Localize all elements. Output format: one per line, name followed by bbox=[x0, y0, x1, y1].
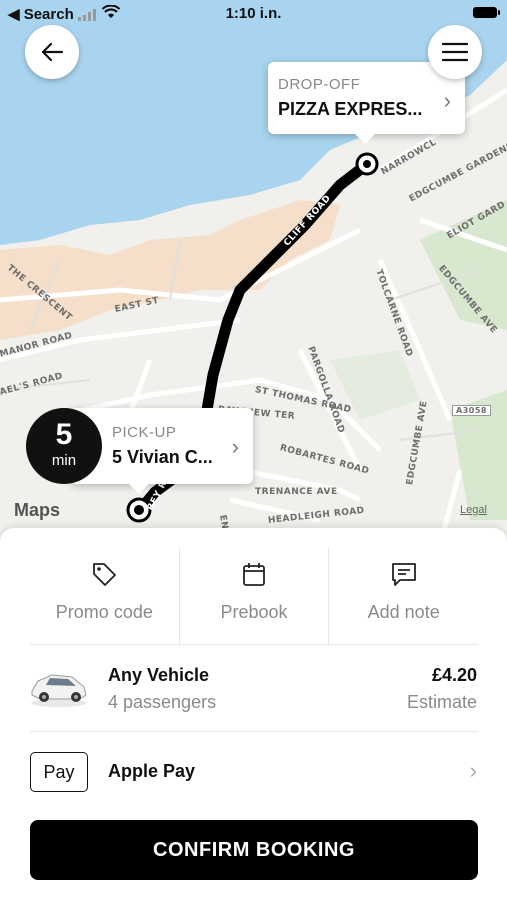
confirm-booking-button[interactable]: CONFIRM BOOKING bbox=[30, 820, 478, 880]
arrow-left-icon bbox=[41, 42, 64, 62]
price: £4.20 bbox=[431, 665, 477, 685]
message-icon bbox=[391, 563, 416, 586]
dropoff-callout[interactable]: DROP-OFF PIZZA EXPRES... › bbox=[268, 62, 465, 144]
eta-value: 5 bbox=[55, 418, 73, 451]
apple-pay-badge: Pay bbox=[30, 752, 88, 792]
car-icon bbox=[31, 674, 87, 707]
eta-badge: 5 min bbox=[26, 408, 102, 484]
apple-pay-badge-text: Pay bbox=[43, 762, 75, 782]
chevron-right-icon: › bbox=[443, 88, 451, 113]
pickup-label: PICK-UP bbox=[112, 424, 177, 441]
hamburger-menu-icon bbox=[442, 42, 468, 62]
booking-actions: Promo code Prebook Add note bbox=[30, 548, 478, 644]
back-button[interactable] bbox=[25, 25, 79, 79]
status-bar: ◀ Search 1:10 i.n. bbox=[0, 0, 507, 28]
chevron-right-icon: › bbox=[231, 434, 239, 459]
payment-method: Apple Pay bbox=[108, 761, 196, 781]
tag-icon bbox=[93, 563, 117, 586]
prebook-label: Prebook bbox=[220, 602, 288, 622]
promo-code-button[interactable]: Promo code bbox=[30, 548, 179, 644]
calendar-icon bbox=[243, 563, 265, 586]
vehicle-row[interactable]: Any Vehicle 4 passengers £4.20 Estimate bbox=[0, 645, 507, 731]
street-label: TRENANCE AVE bbox=[255, 487, 338, 497]
battery-icon bbox=[473, 7, 500, 18]
road-number-badge: A3058 bbox=[452, 405, 491, 416]
prebook-button[interactable]: Prebook bbox=[178, 548, 329, 644]
add-note-label: Add note bbox=[367, 602, 440, 622]
map-view[interactable]: CLIFF ROAD NARROWCL EDGCUMBE GARDENS ELI… bbox=[0, 0, 507, 545]
pickup-place: 5 Vivian C... bbox=[112, 447, 213, 467]
eta-unit: min bbox=[51, 452, 77, 469]
promo-code-label: Promo code bbox=[55, 602, 153, 622]
chevron-right-icon: › bbox=[469, 758, 477, 783]
maps-logo-text: Maps bbox=[14, 500, 61, 520]
maps-logo: Maps bbox=[14, 500, 60, 521]
menu-button[interactable] bbox=[428, 25, 482, 79]
dropoff-place: PIZZA EXPRES... bbox=[278, 99, 423, 119]
dropoff-label: DROP-OFF bbox=[278, 76, 361, 93]
vehicle-passengers: 4 passengers bbox=[108, 692, 217, 712]
booking-sheet: Promo code Prebook Add note Any Vehicle … bbox=[0, 528, 507, 900]
payment-row[interactable]: Pay Apple Pay › bbox=[0, 732, 507, 812]
status-time: 1:10 i.n. bbox=[225, 5, 282, 22]
add-note-button[interactable]: Add note bbox=[328, 548, 478, 644]
legal-link[interactable]: Legal bbox=[460, 504, 487, 516]
price-note: Estimate bbox=[406, 692, 477, 712]
vehicle-name: Any Vehicle bbox=[108, 665, 210, 685]
